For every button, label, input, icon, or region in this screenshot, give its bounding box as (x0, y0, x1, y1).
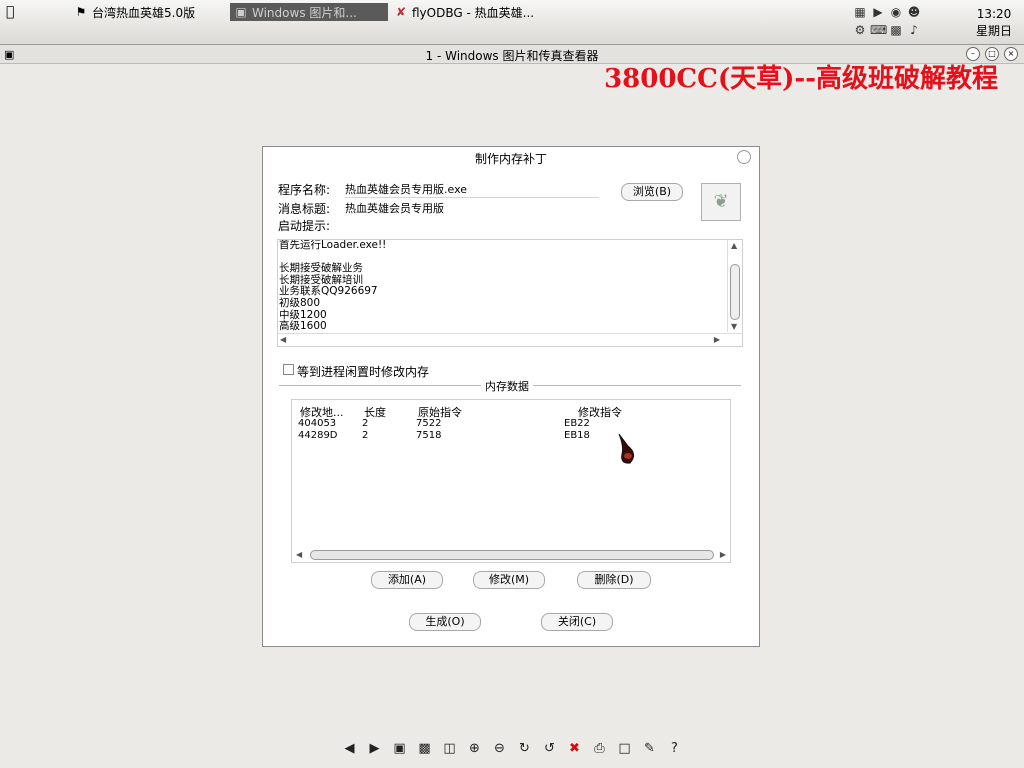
table-cell[interactable]: 2 (362, 418, 368, 429)
image-viewer-icon: ▣ (235, 5, 247, 19)
wait-idle-checkbox[interactable] (283, 364, 294, 375)
table-cell[interactable]: EB22 (564, 418, 590, 429)
memory-patch-dialog: 制作内存补丁 程序名称: 热血英雄会员专用版.exe 浏览(B) ❦ 消息标题:… (262, 146, 760, 647)
rotate-clockwise-icon[interactable]: ↻ (517, 741, 533, 757)
task-button-game[interactable]: ⚑ 台湾热血英雄5.0版 (70, 3, 199, 21)
browse-button[interactable]: 浏览(B) (621, 183, 683, 201)
play-icon[interactable]: ▶ (870, 4, 886, 20)
rotate-counterclockwise-icon[interactable]: ↺ (542, 741, 558, 757)
wait-idle-label: 等到进程闲置时修改内存 (297, 365, 430, 379)
task-label: 台湾热血英雄5.0版 (92, 5, 196, 20)
add-button[interactable]: 添加(A) (371, 571, 443, 589)
scroll-up-icon[interactable]: ▲ (731, 241, 737, 250)
table-horizontal-scrollbar[interactable]: ◀ ▶ (292, 548, 730, 562)
memo-horizontal-scrollbar[interactable]: ◀ ▶ (278, 333, 742, 346)
table-cell[interactable]: 404053 (298, 418, 336, 429)
system-tray: ▦ ▶ ◉ ☻ ⚙ ⌨ ▩ ♪ (852, 4, 928, 40)
memory-data-group-label: 内存数据 (481, 378, 533, 394)
startup-hint-text[interactable]: 首先运行Loader.exe!! 长期接受破解业务 长期接受破解培训 业务联系Q… (279, 240, 723, 332)
help-icon[interactable]: ? (667, 741, 683, 757)
scroll-right-icon[interactable]: ▶ (714, 335, 720, 344)
dialog-title: 制作内存补丁 (474, 152, 547, 166)
table-cell[interactable]: 7522 (416, 418, 441, 429)
zoom-out-icon[interactable]: ⊖ (492, 741, 508, 757)
message-title-field[interactable]: 热血英雄会员专用版 (345, 200, 525, 216)
display-icon[interactable]: ▩ (888, 22, 904, 38)
memo-vertical-scrollbar[interactable]: ▲ ▼ (727, 240, 742, 332)
clock-time: 13:20 (976, 7, 1012, 21)
print-icon[interactable]: ⎙ (592, 741, 608, 757)
zoom-in-icon[interactable]: ⊕ (467, 741, 483, 757)
debugger-icon: ✘ (395, 5, 407, 19)
flag-icon: ⚑ (75, 5, 87, 19)
delete-button[interactable]: 删除(D) (577, 571, 651, 589)
table-cell[interactable]: 7518 (416, 430, 441, 441)
mouse-cursor-icon (618, 433, 634, 464)
edit-icon[interactable]: ✎ (642, 741, 658, 757)
network-icon[interactable]: ◉ (888, 4, 904, 20)
program-name-field[interactable]: 热血英雄会员专用版.exe (345, 181, 599, 198)
scroll-left-icon[interactable]: ◀ (280, 335, 286, 344)
scroll-left-icon[interactable]: ◀ (296, 550, 302, 559)
startup-hint-label: 启动提示: (278, 219, 331, 233)
previous-image-icon[interactable]: ◀ (342, 741, 358, 757)
settings-icon[interactable]: ⚙ (852, 22, 868, 38)
tutorial-banner: 3800CC(天草)--高级班破解教程 (604, 64, 998, 94)
memo-scroll-thumb[interactable] (730, 264, 740, 320)
leaf-icon: ❦ (713, 191, 729, 212)
scroll-right-icon[interactable]: ▶ (720, 550, 726, 559)
user-icon[interactable]: ☻ (906, 4, 922, 20)
table-cell[interactable]: 2 (362, 430, 368, 441)
top-panel:  ⚑ 台湾热血英雄5.0版 ▣ Windows 图片和... ✘ flyODB… (0, 0, 1024, 45)
slideshow-icon[interactable]: ◫ (442, 741, 458, 757)
close-button[interactable]: 关闭(C) (541, 613, 613, 631)
task-label: flyODBG - 热血英雄... (412, 5, 535, 20)
startup-hint-textarea[interactable]: 首先运行Loader.exe!! 长期接受破解业务 长期接受破解培训 业务联系Q… (277, 239, 743, 347)
best-fit-icon[interactable]: ▣ (392, 741, 408, 757)
input-method-icon[interactable]: ⌨ (870, 22, 887, 38)
memory-data-table[interactable]: 修改地... 长度 原始指令 修改指令 404053 2 7522 EB22 4… (291, 399, 731, 563)
task-button-debugger[interactable]: ✘ flyODBG - 热血英雄... (390, 3, 538, 21)
table-cell[interactable]: 44289D (298, 430, 338, 441)
logo-image: ❦ (701, 183, 741, 221)
modify-button[interactable]: 修改(M) (473, 571, 545, 589)
clock-day: 星期日 (975, 24, 1012, 38)
program-name-label: 程序名称: (278, 183, 331, 197)
generate-button[interactable]: 生成(O) (409, 613, 481, 631)
volume-icon[interactable]: ♪ (906, 22, 922, 38)
clock[interactable]: 13:20 星期日 (976, 6, 1012, 40)
table-cell[interactable]: EB18 (564, 430, 590, 441)
table-scroll-thumb[interactable] (310, 550, 714, 560)
actual-size-icon[interactable]: ▩ (417, 741, 433, 757)
close-icon[interactable]: × (1004, 47, 1018, 61)
delete-icon[interactable]: ✖ (567, 741, 583, 757)
main-menu-icon[interactable]:  (6, 4, 14, 20)
dialog-close-icon[interactable] (737, 150, 751, 164)
task-button-viewer[interactable]: ▣ Windows 图片和... (230, 3, 388, 21)
message-title-label: 消息标题: (278, 202, 331, 216)
next-image-icon[interactable]: ▶ (367, 741, 383, 757)
task-label: Windows 图片和... (252, 5, 357, 20)
scroll-down-icon[interactable]: ▼ (731, 322, 737, 331)
save-icon[interactable]: □ (617, 741, 633, 757)
viewer-toolbar: ◀ ▶ ▣ ▩ ◫ ⊕ ⊖ ↻ ↺ ✖ ⎙ □ ✎ ? (320, 738, 704, 760)
workspace-icon[interactable]: ▦ (852, 4, 868, 20)
